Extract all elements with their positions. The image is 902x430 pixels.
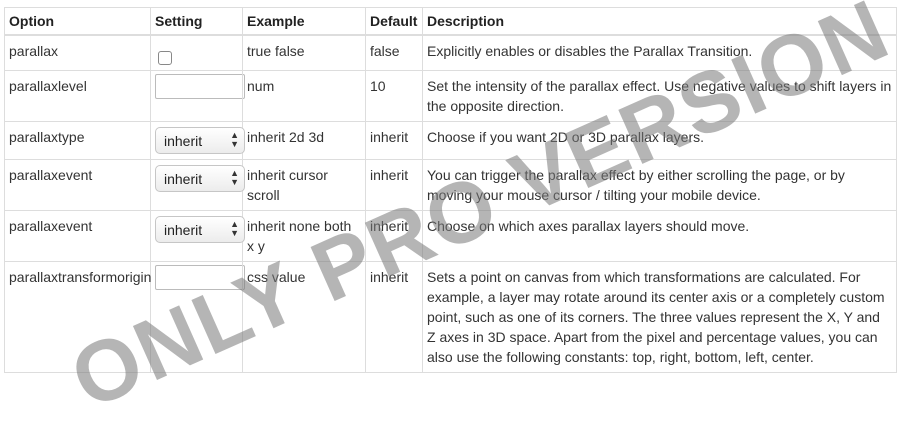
parallaxaxis-select[interactable]: inherit ▲ ▼ bbox=[155, 216, 245, 243]
example-values: inherit 2d 3d bbox=[242, 121, 366, 160]
default-value: inherit bbox=[365, 210, 423, 262]
parallax-checkbox[interactable] bbox=[158, 51, 172, 65]
setting-cell bbox=[150, 261, 245, 373]
up-down-arrows-icon: ▲ ▼ bbox=[230, 168, 239, 187]
default-value: 10 bbox=[365, 70, 423, 122]
option-name: parallaxevent bbox=[4, 210, 151, 262]
default-value: false bbox=[365, 34, 423, 71]
setting-cell: inherit ▲ ▼ bbox=[150, 210, 245, 262]
header-option: Option bbox=[4, 7, 151, 36]
option-name: parallaxtransformorigin bbox=[4, 261, 151, 373]
header-setting: Setting bbox=[150, 7, 243, 36]
example-values: num bbox=[242, 70, 366, 122]
option-description: Set the intensity of the parallax effect… bbox=[422, 70, 897, 122]
example-values: inherit none both x y bbox=[242, 210, 366, 262]
setting-cell bbox=[150, 34, 243, 71]
options-table: Option Setting Example Default Descripti… bbox=[4, 7, 897, 373]
table-row: parallaxtransformorigin css value inheri… bbox=[4, 261, 897, 373]
default-value: inherit bbox=[365, 121, 423, 160]
option-name: parallax bbox=[4, 34, 151, 71]
option-description: You can trigger the parallax effect by e… bbox=[422, 159, 897, 211]
example-values: inherit cursor scroll bbox=[242, 159, 366, 211]
table-row: parallaxevent inherit ▲ ▼ inherit none bo… bbox=[4, 210, 897, 262]
select-value: inherit bbox=[164, 133, 203, 149]
table-row: parallaxevent inherit ▲ ▼ inherit cursor … bbox=[4, 159, 897, 211]
option-description: Explicitly enables or disables the Paral… bbox=[422, 34, 897, 71]
option-name: parallaxlevel bbox=[4, 70, 151, 122]
option-description: Choose if you want 2D or 3D parallax lay… bbox=[422, 121, 897, 160]
header-default: Default bbox=[365, 7, 423, 36]
option-description: Choose on which axes parallax layers sho… bbox=[422, 210, 897, 262]
up-down-arrows-icon: ▲ ▼ bbox=[230, 130, 239, 149]
parallaxevent-select[interactable]: inherit ▲ ▼ bbox=[155, 165, 245, 192]
header-example: Example bbox=[242, 7, 366, 36]
default-value: inherit bbox=[365, 159, 423, 211]
up-down-arrows-icon: ▲ ▼ bbox=[230, 219, 239, 238]
parallaxtransformorigin-input[interactable] bbox=[155, 265, 245, 290]
setting-cell: inherit ▲ ▼ bbox=[150, 121, 245, 160]
select-value: inherit bbox=[164, 222, 203, 238]
table-row: parallaxtype inherit ▲ ▼ inherit 2d 3d in… bbox=[4, 121, 897, 160]
example-values: css value bbox=[242, 261, 366, 373]
table-header-row: Option Setting Example Default Descripti… bbox=[4, 7, 897, 36]
option-description: Sets a point on canvas from which transf… bbox=[422, 261, 897, 373]
parallaxlevel-input[interactable] bbox=[155, 74, 245, 99]
table-row: parallaxlevel num 10 Set the intensity o… bbox=[4, 70, 897, 122]
setting-cell bbox=[150, 70, 245, 122]
select-value: inherit bbox=[164, 171, 203, 187]
setting-cell: inherit ▲ ▼ bbox=[150, 159, 245, 211]
header-description: Description bbox=[422, 7, 897, 36]
example-values: true false bbox=[242, 34, 366, 71]
option-name: parallaxevent bbox=[4, 159, 151, 211]
option-name: parallaxtype bbox=[4, 121, 151, 160]
parallaxtype-select[interactable]: inherit ▲ ▼ bbox=[155, 127, 245, 154]
default-value: inherit bbox=[365, 261, 423, 373]
table-row: parallax true false false Explicitly ena… bbox=[4, 34, 897, 71]
